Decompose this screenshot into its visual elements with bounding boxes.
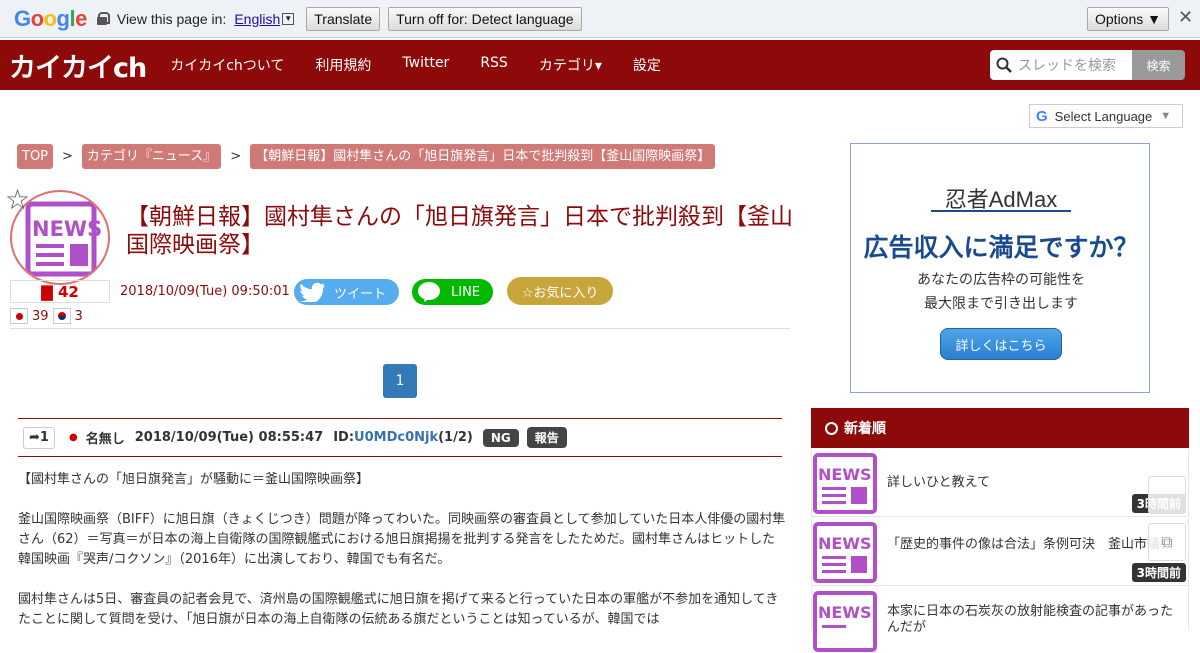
search-icon	[996, 57, 1012, 73]
comment-icon: ▇	[41, 283, 53, 301]
reply-button[interactable]: ➦ 1	[23, 426, 55, 449]
japan-flag-icon	[10, 308, 28, 324]
divider	[10, 328, 790, 329]
translate-prompt: View this page in:	[116, 10, 227, 27]
post-paragraph: 釜山国際映画祭（BIFF）に旭日旗（きょくじつき）問題が降ってわいた。同映画祭の…	[18, 512, 786, 567]
breadcrumb-thread[interactable]: 【朝鮮日報】國村隼さんの「旭日旗発言」日本で批判殺到【釜山国際映画祭】	[250, 144, 716, 169]
close-icon[interactable]: ✕	[1178, 7, 1193, 28]
svg-text:NEWS: NEWS	[818, 534, 872, 553]
korea-flag-icon	[52, 308, 71, 324]
twitter-bird-icon	[300, 282, 325, 302]
status-dot-icon: ●	[69, 432, 78, 443]
breadcrumb-top[interactable]: TOP	[17, 144, 54, 169]
svg-text:NEWS: NEWS	[818, 603, 872, 622]
svg-text:NEWS: NEWS	[818, 465, 872, 484]
nav-settings[interactable]: 設定	[633, 55, 661, 75]
scroll-top-button[interactable]	[1148, 476, 1186, 514]
nav-about[interactable]: カイカイchついて	[170, 55, 284, 75]
post-id-label: ID:	[333, 430, 355, 445]
news-icon: NEWS	[813, 522, 877, 583]
line-bubble-icon	[418, 282, 440, 302]
svg-text:NEWS: NEWS	[32, 217, 102, 241]
post-date: 2018/10/09(Tue) 08:55:47	[134, 430, 324, 445]
post-body: 【國村隼さんの「旭日旗発言」が騒動に＝釜山国際映画祭】 釜山国際映画祭（BIFF…	[18, 470, 786, 650]
ad-headline: 広告収入に満足ですか？	[863, 233, 1139, 262]
external-link-button[interactable]: ⧉	[1148, 523, 1186, 561]
nav-rss[interactable]: RSS	[480, 55, 508, 75]
google-g-icon: G	[1036, 107, 1048, 125]
site-header: カイカイch カイカイchついて 利用規約 Twitter RSS カテゴリ▾ …	[0, 40, 1200, 90]
nav-category[interactable]: カテゴリ▾	[539, 55, 602, 75]
select-language-widget[interactable]: G Select Language ▼	[1029, 104, 1183, 128]
post-paragraph: 【國村隼さんの「旭日旗発言」が騒動に＝釜山国際映画祭】	[18, 472, 370, 487]
google-logo: Google	[14, 5, 87, 31]
report-button[interactable]: 報告	[526, 427, 567, 448]
new-post-item[interactable]: NEWS 「歴史的事件の像は合法」条例可決 釜山市議会 3時間前	[811, 518, 1189, 586]
dropdown-arrow-icon[interactable]: ▼	[282, 12, 295, 25]
ad-copy: あなたの広告枠の可能性を 最大限まで引き出します	[917, 272, 1085, 312]
main-nav: カイカイchついて 利用規約 Twitter RSS カテゴリ▾ 設定	[170, 55, 692, 75]
reply-arrow-icon: ➦	[29, 430, 40, 445]
post-id-count: (1/2)	[438, 430, 473, 445]
post-header: ➦ 1 ● 名無し 2018/10/09(Tue) 08:55:47 ID: U0M…	[18, 418, 782, 457]
clock-icon	[825, 421, 838, 435]
turn-off-button[interactable]: Turn off for: Detect language	[388, 6, 582, 31]
post-id[interactable]: U0MDc0Njk	[354, 430, 438, 445]
search-form: スレッドを検索 検索	[990, 50, 1185, 80]
thread-date: 2018/10/09(Tue) 09:50:01	[120, 284, 290, 299]
ng-button[interactable]: NG	[482, 428, 519, 447]
translate-bar: Google View this page in: English ▼ Tran…	[0, 0, 1200, 38]
post-paragraph: 國村隼さんは5日、審査員の記者会見で、済州島の国際観艦式に旭日旗を掲げて来ると行…	[18, 592, 779, 627]
translate-button[interactable]: Translate	[306, 6, 381, 31]
nav-twitter[interactable]: Twitter	[402, 55, 449, 75]
line-button[interactable]: LINE	[412, 279, 493, 305]
ad-cta-button[interactable]: 詳しくはこちら	[940, 328, 1062, 360]
new-posts-heading: 新着順	[811, 408, 1189, 448]
tweet-button[interactable]: ツイート	[294, 279, 399, 305]
res-count: ▇ 42	[10, 280, 110, 303]
ad-underline	[931, 210, 1071, 212]
thread-title: 【朝鮮日報】國村隼さんの「旭日旗発言」日本で批判殺到【釜山国際映画祭】	[126, 204, 793, 258]
star-icon[interactable]: ☆	[5, 183, 30, 216]
site-logo[interactable]: カイカイch	[9, 46, 147, 85]
new-post-item[interactable]: NEWS 本家に日本の石炭灰の放射能検査の記事があったんだが	[811, 587, 1189, 652]
pagination-page-1[interactable]: 1	[383, 364, 417, 398]
country-counts: 39 3	[10, 308, 83, 324]
chevron-down-icon: ▼	[1160, 110, 1172, 122]
language-select[interactable]: English	[234, 11, 280, 27]
search-button[interactable]: 検索	[1132, 50, 1185, 80]
breadcrumb: TOP > カテゴリ『ニュース』 > 【朝鮮日報】國村隼さんの「旭日旗発言」日本…	[17, 144, 716, 169]
news-icon: NEWS	[813, 453, 877, 514]
lock-icon	[96, 12, 110, 25]
new-post-item[interactable]: NEWS 詳しいひと教えて 3時間前	[811, 449, 1189, 517]
nav-terms[interactable]: 利用規約	[315, 55, 371, 75]
breadcrumb-category[interactable]: カテゴリ『ニュース』	[81, 144, 222, 169]
news-icon: NEWS	[813, 591, 877, 652]
favorite-button[interactable]: ☆お気に入り	[507, 277, 613, 305]
external-link-icon: ⧉	[1161, 532, 1173, 551]
options-button[interactable]: Options ▼	[1087, 7, 1169, 31]
search-input[interactable]: スレッドを検索	[990, 50, 1132, 80]
post-author: 名無し	[85, 432, 125, 447]
ad-banner[interactable]: 忍者AdMax 広告収入に満足ですか？ あなたの広告枠の可能性を 最大限まで引き出…	[850, 143, 1150, 393]
time-badge: 3時間前	[1131, 563, 1186, 582]
